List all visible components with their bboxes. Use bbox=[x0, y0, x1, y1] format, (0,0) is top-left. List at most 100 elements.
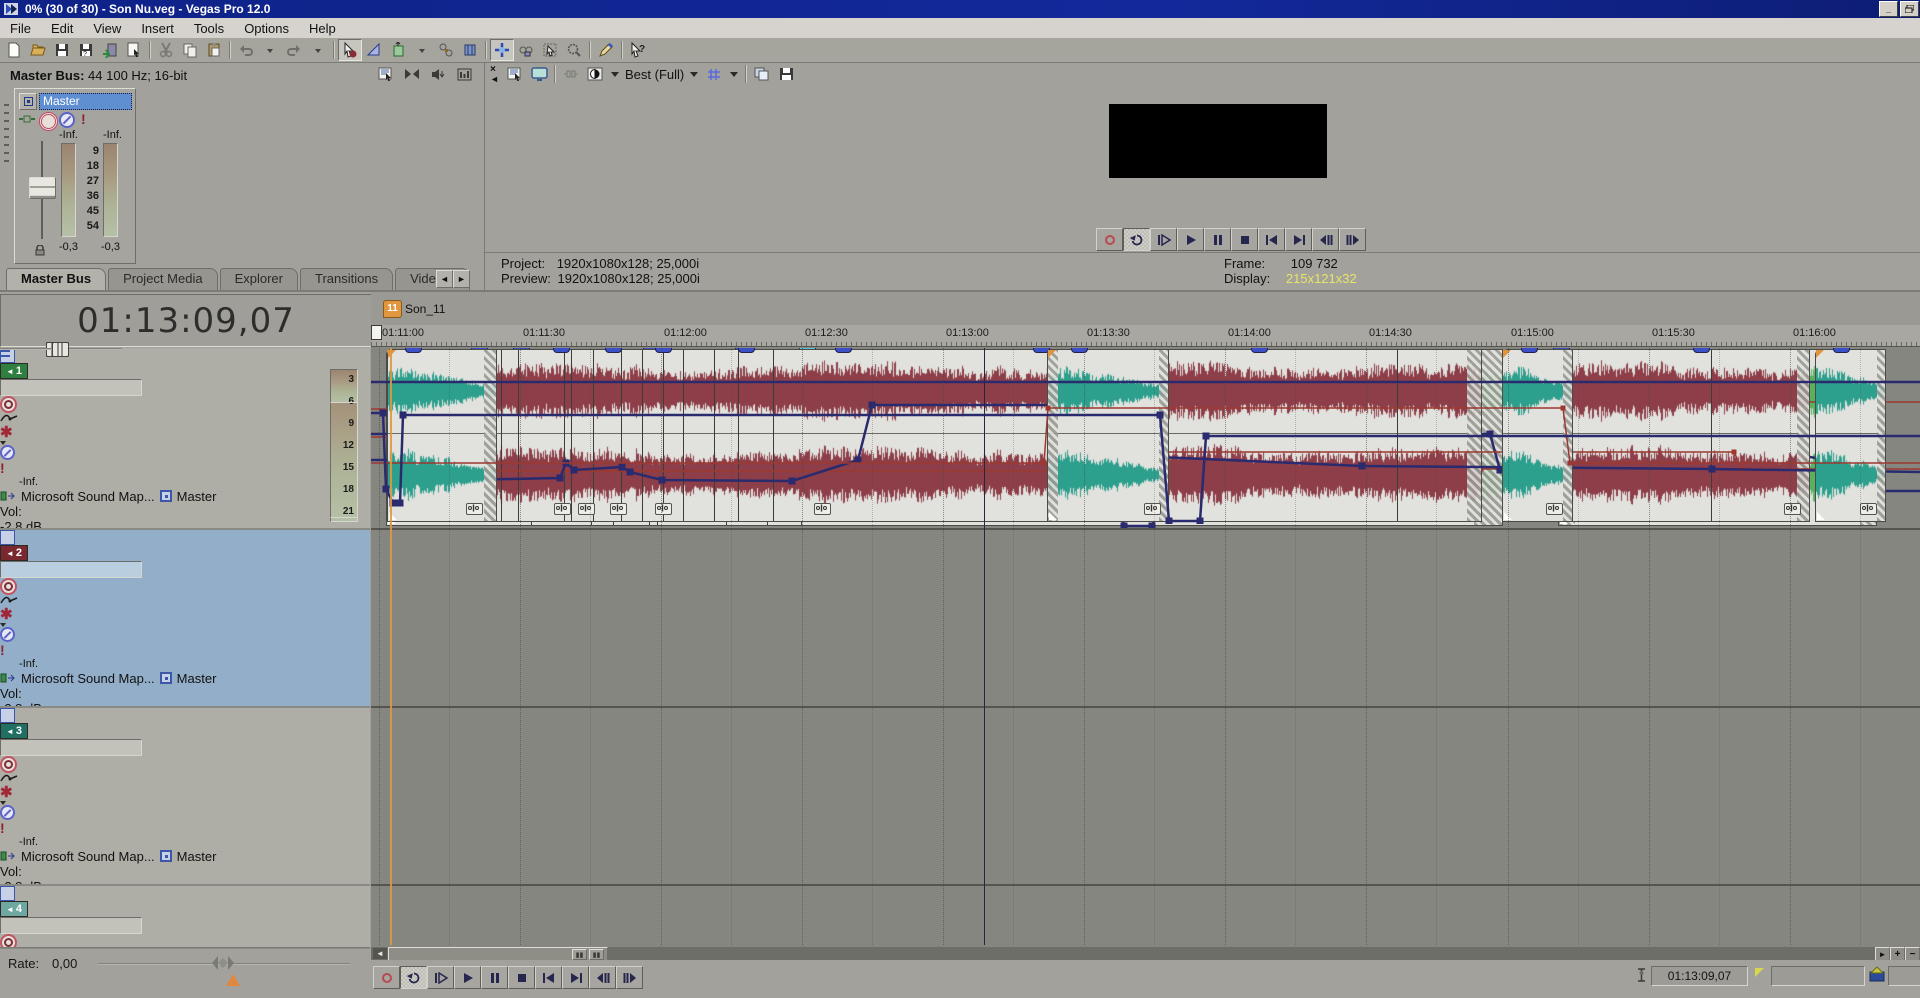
record-button[interactable] bbox=[373, 966, 400, 989]
bus-assign-icon[interactable] bbox=[160, 490, 172, 502]
preview-quality-dropdown-2[interactable] bbox=[690, 72, 698, 77]
menu-help[interactable]: Help bbox=[299, 18, 346, 38]
title-bar[interactable]: 0% (30 of 30) - Son Nu.veg - Vegas Pro 1… bbox=[0, 0, 1920, 18]
tab-scroll-left[interactable]: ◄ bbox=[436, 270, 453, 288]
master-fader[interactable] bbox=[29, 141, 55, 239]
stop-button[interactable] bbox=[1231, 228, 1258, 251]
scroll-zoom-grip-right[interactable]: ▮▮ bbox=[589, 949, 604, 960]
bus-properties-icon[interactable] bbox=[376, 66, 396, 82]
previous-frame-button[interactable] bbox=[589, 966, 616, 989]
pause-button[interactable] bbox=[1204, 228, 1231, 251]
track-name-field[interactable] bbox=[0, 739, 142, 756]
mute-icon[interactable] bbox=[59, 112, 75, 128]
vol-value[interactable]: -2,8 dB bbox=[0, 519, 370, 530]
save-frame-icon[interactable] bbox=[774, 65, 798, 83]
input-routing-icon[interactable] bbox=[0, 850, 16, 862]
bus-assign-icon[interactable] bbox=[160, 850, 172, 862]
vol-value[interactable]: -2,8 dB bbox=[0, 879, 370, 886]
go-to-end-button[interactable] bbox=[1285, 228, 1312, 251]
track-lane-4[interactable] bbox=[371, 886, 1920, 949]
rate-slider-grip[interactable] bbox=[210, 956, 236, 970]
cut-button[interactable] bbox=[154, 39, 178, 61]
marker-label[interactable]: Son_11 bbox=[405, 302, 445, 316]
zoom-in-button[interactable]: + bbox=[1890, 947, 1905, 961]
mixing-console-icon[interactable] bbox=[454, 66, 474, 82]
stop-button[interactable] bbox=[508, 966, 535, 989]
copy-frame-icon[interactable] bbox=[750, 65, 774, 83]
track-header-1[interactable]: ◄1✱!-Inf.36912151821Microsoft Sound Map.… bbox=[0, 348, 370, 530]
solo-icon[interactable]: ! bbox=[0, 820, 370, 836]
track-header-4[interactable]: ◄4✱!-Inf.36912151821Microsoft Sound Map.… bbox=[0, 886, 370, 949]
group-tool-button[interactable] bbox=[434, 39, 458, 61]
minimize-button[interactable]: _ bbox=[1879, 1, 1898, 17]
tab-transitions[interactable]: Transitions bbox=[300, 268, 393, 291]
track-lane-2[interactable] bbox=[371, 530, 1920, 708]
track-number-badge[interactable]: ◄2 bbox=[0, 545, 28, 561]
play-button[interactable] bbox=[454, 966, 481, 989]
dim-output-icon[interactable] bbox=[428, 66, 448, 82]
menu-edit[interactable]: Edit bbox=[41, 18, 83, 38]
loop-playback-button[interactable] bbox=[400, 966, 427, 989]
preview-quality-dropdown[interactable] bbox=[611, 72, 619, 77]
track-number-badge[interactable]: ◄1 bbox=[0, 363, 28, 379]
record-arm-icon[interactable] bbox=[0, 578, 17, 595]
go-to-end-button[interactable] bbox=[562, 966, 589, 989]
track-lane-3[interactable] bbox=[371, 708, 1920, 886]
normal-edit-tool-button[interactable] bbox=[338, 39, 362, 61]
redo-dropdown-button[interactable] bbox=[306, 39, 330, 61]
gear-icon[interactable] bbox=[39, 112, 58, 131]
scroll-zoom-grip-left[interactable]: ▮▮ bbox=[572, 949, 587, 960]
overlay-grid-icon[interactable] bbox=[702, 65, 726, 83]
solo-icon[interactable]: ! bbox=[0, 460, 370, 476]
lock-envelopes-tool-button[interactable] bbox=[514, 39, 538, 61]
tab-explorer[interactable]: Explorer bbox=[220, 268, 298, 291]
scrollbar-thumb[interactable]: ▮▮ ▮▮ bbox=[388, 947, 608, 961]
track-bus-name[interactable]: Master bbox=[177, 671, 217, 686]
previous-frame-button[interactable] bbox=[1312, 228, 1339, 251]
redo-button[interactable] bbox=[282, 39, 306, 61]
envelope-icon[interactable] bbox=[0, 773, 370, 783]
downmix-output-icon[interactable] bbox=[402, 66, 422, 82]
playhead-handle[interactable] bbox=[371, 325, 382, 340]
routing-icon[interactable] bbox=[19, 114, 35, 124]
fader-thumb[interactable] bbox=[29, 177, 56, 199]
selection-tool-button[interactable] bbox=[538, 39, 562, 61]
input-routing-icon[interactable] bbox=[0, 490, 16, 502]
save-button[interactable] bbox=[50, 39, 74, 61]
rate-marker-icon[interactable] bbox=[226, 974, 240, 986]
track-device-name[interactable]: Microsoft Sound Map... bbox=[21, 849, 155, 864]
status-timecode[interactable]: 01:13:09,07 bbox=[1651, 966, 1748, 986]
whats-this-help-button[interactable]: ? bbox=[626, 39, 650, 61]
record-button[interactable] bbox=[1096, 228, 1123, 251]
scroll-right-button[interactable]: ► bbox=[1875, 947, 1890, 961]
zoom-out-button[interactable]: − bbox=[1905, 947, 1920, 961]
zoom-edit-tool-button[interactable] bbox=[562, 39, 586, 61]
track-fx-icon[interactable]: ✱ bbox=[0, 605, 370, 623]
selection-start-box[interactable] bbox=[1771, 966, 1865, 986]
tab-scroll-right[interactable]: ► bbox=[453, 270, 470, 288]
preview-quality-icon[interactable] bbox=[583, 65, 607, 83]
preview-properties-icon[interactable] bbox=[503, 65, 527, 83]
open-button[interactable] bbox=[26, 39, 50, 61]
undo-dropdown-button[interactable] bbox=[258, 39, 282, 61]
import-media-button[interactable] bbox=[98, 39, 122, 61]
go-to-start-button[interactable] bbox=[535, 966, 562, 989]
go-to-start-button[interactable] bbox=[1258, 228, 1285, 251]
panel-undock-icon[interactable]: ◄ bbox=[490, 74, 499, 84]
play-from-start-button[interactable] bbox=[1150, 228, 1177, 251]
time-ruler[interactable]: 01:11:0001:11:3001:12:0001:12:3001:13:00… bbox=[371, 325, 1920, 347]
track-minimize-icon[interactable] bbox=[0, 708, 15, 723]
snapping-toggle-button[interactable] bbox=[458, 39, 482, 61]
rate-slider[interactable] bbox=[98, 963, 350, 966]
play-from-start-button[interactable] bbox=[427, 966, 454, 989]
edit-tool-dropdown-button[interactable] bbox=[410, 39, 434, 61]
track-device-name[interactable]: Microsoft Sound Map... bbox=[21, 671, 155, 686]
record-arm-icon[interactable] bbox=[0, 396, 17, 413]
solo-icon[interactable]: ! bbox=[0, 642, 370, 658]
preview-quality-value[interactable]: Best (Full) bbox=[625, 67, 684, 82]
track-name-field[interactable] bbox=[0, 379, 142, 396]
expand-edit-tool-button[interactable] bbox=[386, 39, 410, 61]
loop-playback-button[interactable] bbox=[1123, 228, 1150, 251]
mute-icon[interactable] bbox=[0, 805, 15, 820]
save-as-button[interactable]: ? bbox=[74, 39, 98, 61]
